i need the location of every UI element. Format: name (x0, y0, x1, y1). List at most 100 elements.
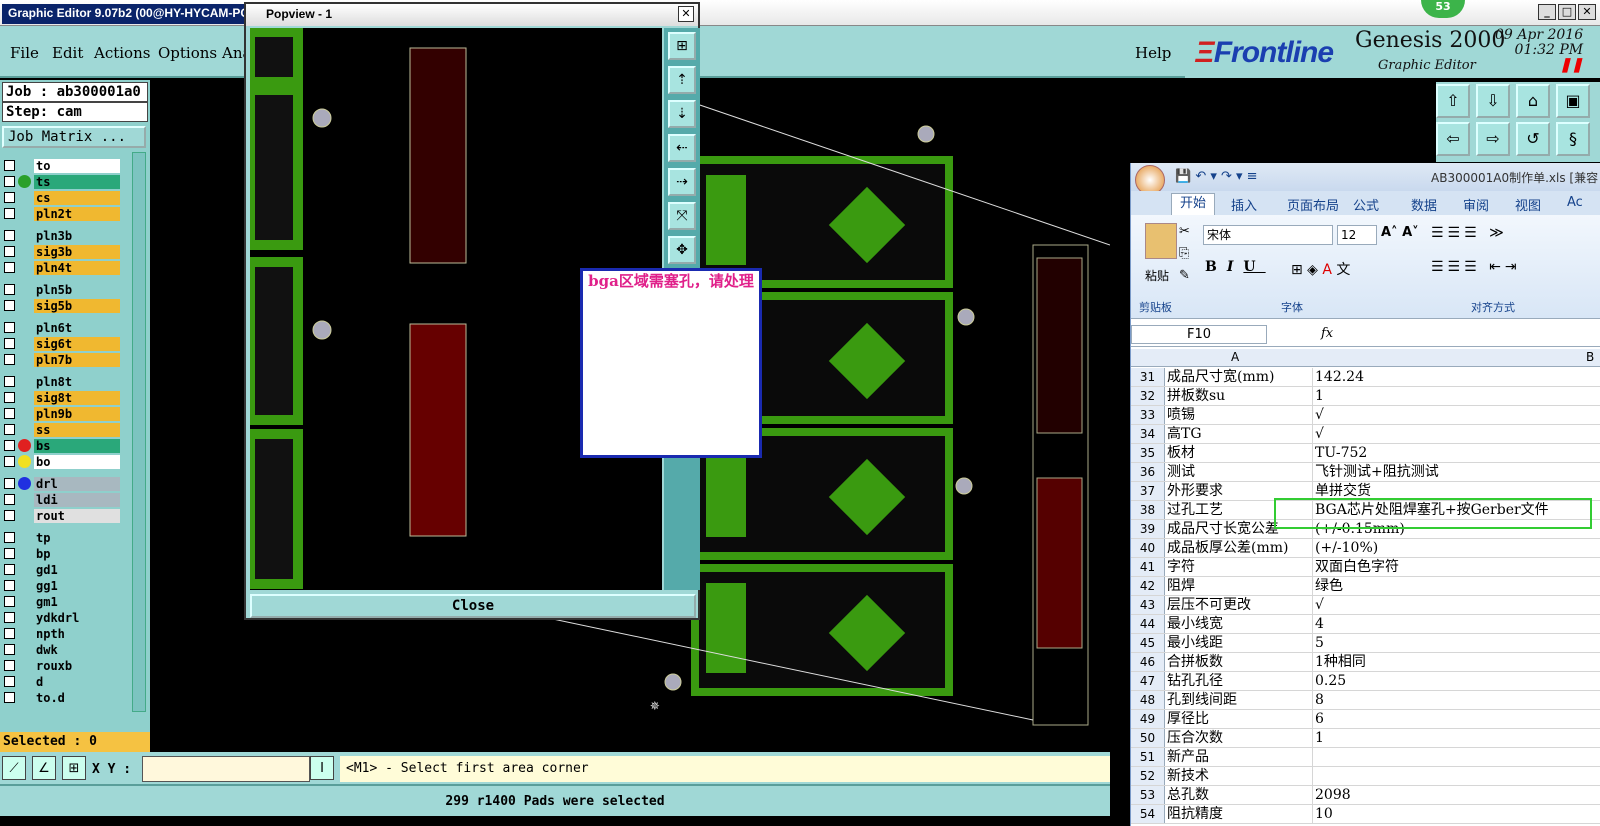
row-number[interactable]: 35 (1131, 444, 1165, 462)
table-row[interactable]: 49 厚径比 6 (1131, 710, 1600, 729)
row-number[interactable]: 47 (1131, 672, 1165, 690)
layer-checkbox[interactable] (4, 510, 15, 521)
cell-b[interactable] (1313, 767, 1600, 785)
down-arrow-icon[interactable]: ⇩ (1476, 84, 1510, 118)
up-arrow-icon[interactable]: ⇧ (1436, 84, 1470, 118)
layer-row-28[interactable]: dwk (4, 642, 120, 657)
vertical-align-icons[interactable]: ☰☰☰ ≫ (1431, 225, 1508, 241)
pan-up-icon[interactable]: ⇡ (668, 66, 696, 94)
close-button[interactable]: ✕ (1578, 4, 1596, 20)
cell-b[interactable]: 8 (1313, 691, 1600, 709)
cell-a[interactable]: 压合次数 (1165, 729, 1313, 747)
menu-edit[interactable]: Edit (52, 44, 83, 62)
row-number[interactable]: 33 (1131, 406, 1165, 424)
table-row[interactable]: 45 最小线距 5 (1131, 634, 1600, 653)
cell-b[interactable]: 绿色 (1313, 577, 1600, 595)
layer-row-8[interactable]: sig5b (4, 298, 120, 313)
layer-row-24[interactable]: gg1 (4, 578, 120, 593)
layer-row-15[interactable]: ss (4, 422, 120, 437)
layer-row-0[interactable]: to (4, 158, 120, 173)
layer-checkbox[interactable] (4, 612, 15, 623)
layer-checkbox[interactable] (4, 160, 15, 171)
row-number[interactable]: 40 (1131, 539, 1165, 557)
layer-checkbox[interactable] (4, 660, 15, 671)
zoom-window-icon[interactable]: ⊞ (668, 32, 696, 60)
cell-b[interactable]: 1种相同 (1313, 653, 1600, 671)
layer-checkbox[interactable] (4, 424, 15, 435)
zoom-fit-icon[interactable]: ▣ (1556, 84, 1590, 118)
row-number[interactable]: 38 (1131, 501, 1165, 519)
layer-row-9[interactable]: pln6t (4, 320, 120, 335)
table-row[interactable]: 41 字符 双面白色字符 (1131, 558, 1600, 577)
table-row[interactable]: 48 孔到线间距 8 (1131, 691, 1600, 710)
minimize-button[interactable]: _ (1538, 4, 1556, 20)
layer-checkbox[interactable] (4, 644, 15, 655)
layer-row-4[interactable]: pln3b (4, 228, 120, 243)
layer-checkbox[interactable] (4, 230, 15, 241)
angle-icon[interactable]: ∠ (32, 756, 56, 780)
layer-checkbox[interactable] (4, 596, 15, 607)
table-row[interactable]: 40 成品板厚公差(mm) (+/-10%) (1131, 539, 1600, 558)
ribbon-tab-1[interactable]: 插入 (1231, 195, 1257, 214)
cell-a[interactable]: 成品尺寸宽(mm) (1165, 368, 1313, 386)
popview-close-icon[interactable]: ✕ (678, 6, 694, 22)
row-number[interactable]: 31 (1131, 368, 1165, 386)
row-number[interactable]: 54 (1131, 805, 1165, 823)
row-number[interactable]: 49 (1131, 710, 1165, 728)
zoom-out-icon[interactable]: ✥ (668, 236, 696, 264)
right-arrow-icon[interactable]: ⇨ (1476, 122, 1510, 156)
row-number[interactable]: 51 (1131, 748, 1165, 766)
cell-b[interactable]: √ (1313, 425, 1600, 443)
cell-b[interactable]: TU-752 (1313, 444, 1600, 462)
layer-checkbox[interactable] (4, 354, 15, 365)
row-number[interactable]: 46 (1131, 653, 1165, 671)
layer-row-17[interactable]: bo (4, 454, 120, 469)
cell-a[interactable]: 喷锡 (1165, 406, 1313, 424)
cell-b[interactable]: 142.24 (1313, 368, 1600, 386)
cell-b[interactable]: (+/-10%) (1313, 539, 1600, 557)
fx-label[interactable]: fx (1321, 326, 1333, 341)
table-row[interactable]: 42 阻焊 绿色 (1131, 577, 1600, 596)
row-number[interactable]: 53 (1131, 786, 1165, 804)
layer-checkbox[interactable] (4, 494, 15, 505)
ribbon-tab-7[interactable]: Ac (1567, 195, 1583, 210)
measure-icon[interactable]: ⟋ (2, 756, 26, 780)
paste-icon[interactable] (1145, 223, 1177, 259)
cell-b[interactable]: 2098 (1313, 786, 1600, 804)
popview-close-button[interactable]: Close (250, 594, 696, 618)
layer-checkbox[interactable] (4, 284, 15, 295)
layer-row-20[interactable]: rout (4, 508, 120, 523)
layer-row-23[interactable]: gd1 (4, 562, 120, 577)
layer-checkbox[interactable] (4, 376, 15, 387)
layer-checkbox[interactable] (4, 322, 15, 333)
pan-down-icon[interactable]: ⇣ (668, 100, 696, 128)
column-a-header[interactable]: A (1231, 350, 1239, 364)
cell-a[interactable]: 阻抗精度 (1165, 805, 1313, 823)
layer-row-6[interactable]: pln4t (4, 260, 120, 275)
cell-b[interactable]: 1 (1313, 387, 1600, 405)
xy-input[interactable] (142, 756, 310, 782)
home-icon[interactable]: ⌂ (1516, 84, 1550, 118)
cell-b[interactable]: 双面白色字符 (1313, 558, 1600, 576)
text-cursor-icon[interactable]: I (310, 756, 334, 780)
cell-b[interactable]: 5 (1313, 634, 1600, 652)
cell-a[interactable]: 阻焊 (1165, 577, 1313, 595)
layer-row-29[interactable]: rouxb (4, 658, 120, 673)
cell-a[interactable]: 字符 (1165, 558, 1313, 576)
layer-checkbox[interactable] (4, 300, 15, 311)
layer-row-14[interactable]: pln9b (4, 406, 120, 421)
ribbon-tab-0[interactable]: 开始 (1171, 193, 1216, 215)
layer-scrollbar[interactable] (132, 152, 146, 712)
layer-row-3[interactable]: pln2t (4, 206, 120, 221)
menu-help[interactable]: Help (1135, 44, 1171, 62)
layer-checkbox[interactable] (4, 580, 15, 591)
pan-right-icon[interactable]: ⇢ (668, 168, 696, 196)
ribbon-tab-5[interactable]: 审阅 (1463, 195, 1489, 214)
cell-b[interactable]: 10 (1313, 805, 1600, 823)
table-row[interactable]: 50 压合次数 1 (1131, 729, 1600, 748)
table-row[interactable]: 31 成品尺寸宽(mm) 142.24 (1131, 368, 1600, 387)
cell-b[interactable] (1313, 748, 1600, 766)
row-number[interactable]: 52 (1131, 767, 1165, 785)
bold-italic-underline-icons[interactable]: BIU (1205, 259, 1266, 275)
table-row[interactable]: 33 喷锡 √ (1131, 406, 1600, 425)
